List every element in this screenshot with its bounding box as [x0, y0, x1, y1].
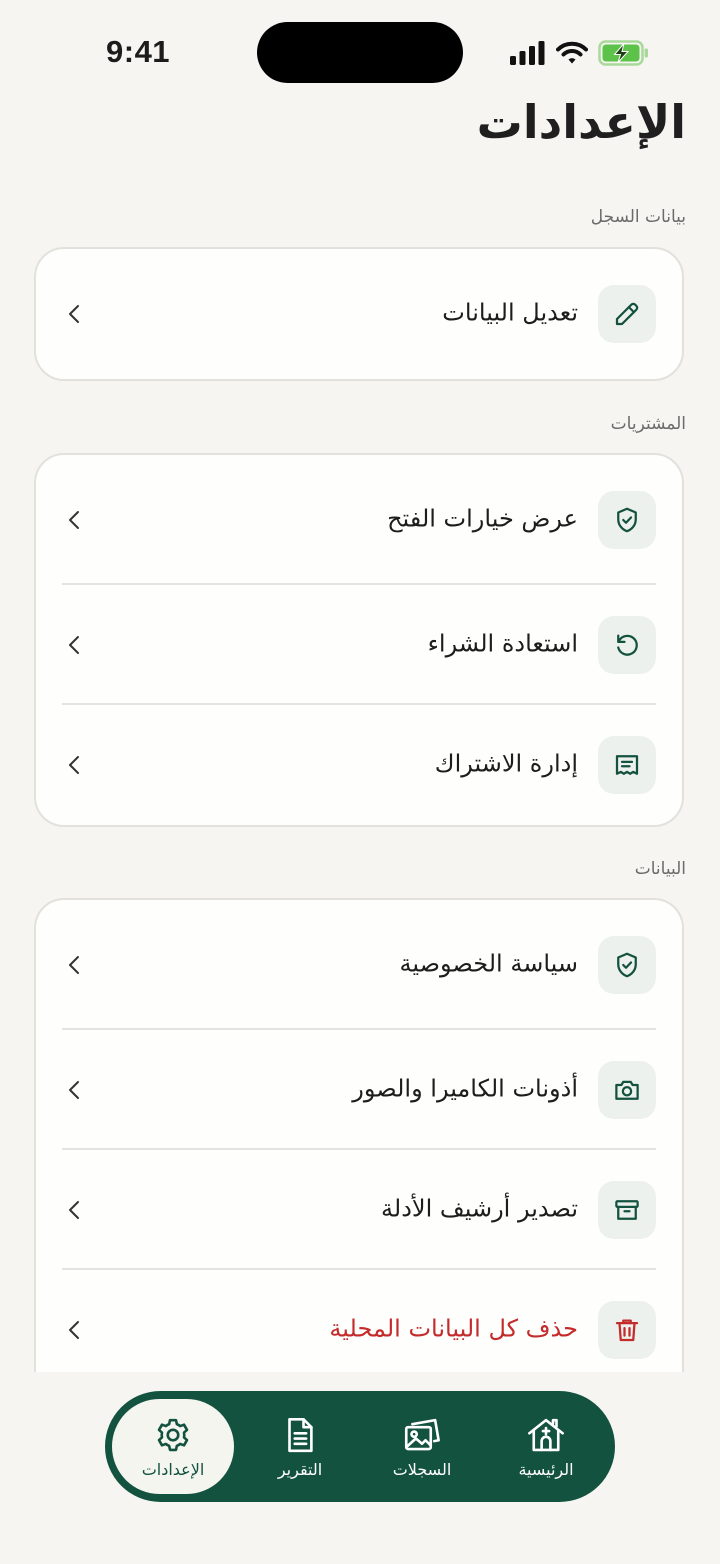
camera-icon — [615, 1080, 639, 1100]
settings-row-privacy-policy[interactable]: سياسة الخصوصية — [36, 900, 682, 1030]
row-label: حذف كل البيانات المحلية — [329, 1314, 578, 1343]
section-label-data: البيانات — [634, 859, 686, 879]
purchases-card: عرض خيارات الفتح استعادة الشراء إدارة ال… — [34, 453, 684, 827]
settings-row-edit-data[interactable]: تعديل البيانات — [36, 249, 682, 379]
wifi-icon — [556, 41, 588, 64]
chevron-left-icon — [69, 756, 79, 774]
chevron-left-icon — [69, 1321, 79, 1339]
chevron-left-icon — [69, 511, 79, 529]
restore-icon — [617, 634, 638, 656]
chevron-left-icon — [69, 1081, 79, 1099]
tab-records[interactable]: السجلات — [361, 1399, 483, 1494]
chevron-left-icon — [69, 1201, 79, 1219]
icon-box — [598, 736, 656, 794]
pencil-icon — [615, 302, 639, 326]
row-label: تعديل البيانات — [442, 298, 578, 327]
tab-label: التقرير — [277, 1460, 323, 1479]
shield-check-icon — [617, 507, 637, 533]
section-label-purchases: المشتريات — [610, 414, 686, 434]
tab-label: الإعدادات — [141, 1460, 205, 1479]
tab-report[interactable]: التقرير — [239, 1399, 361, 1494]
status-bar: 9:41 — [0, 0, 720, 100]
chevron-left-icon — [69, 956, 79, 974]
settings-row-export-archive[interactable]: تصدير أرشيف الأدلة — [36, 1150, 682, 1270]
tab-settings[interactable]: الإعدادات — [112, 1399, 234, 1494]
status-icons — [510, 38, 650, 68]
status-time: 9:41 — [106, 34, 171, 69]
section-label-record-data: بيانات السجل — [590, 207, 686, 227]
icon-box — [598, 285, 656, 343]
row-label: أذونات الكاميرا والصور — [352, 1074, 578, 1103]
tab-home[interactable]: الرئيسية — [485, 1399, 607, 1494]
tab-bar: الإعدادات التقرير السجلات الرئيسية — [105, 1391, 615, 1502]
document-icon — [288, 1417, 313, 1453]
icon-box — [598, 936, 656, 994]
data-card: سياسة الخصوصية أذونات الكاميرا والصور تص… — [34, 898, 684, 1372]
tab-label: الرئيسية — [518, 1460, 574, 1479]
gear-icon — [157, 1418, 189, 1452]
icon-box — [598, 1061, 656, 1119]
icon-box — [598, 616, 656, 674]
icon-box — [598, 1181, 656, 1239]
trash-icon — [615, 1319, 639, 1342]
photos-icon — [404, 1418, 440, 1451]
archive-icon — [615, 1200, 639, 1220]
settings-row-unlock-options[interactable]: عرض خيارات الفتح — [36, 455, 682, 585]
row-label: تصدير أرشيف الأدلة — [381, 1194, 578, 1223]
row-label: إدارة الاشتراك — [434, 749, 578, 778]
dynamic-island — [257, 22, 463, 83]
row-label: استعادة الشراء — [427, 629, 578, 658]
chevron-left-icon — [69, 305, 79, 323]
row-label: عرض خيارات الفتح — [387, 504, 578, 533]
settings-row-camera-permissions[interactable]: أذونات الكاميرا والصور — [36, 1030, 682, 1150]
record-data-card: تعديل البيانات — [34, 247, 684, 381]
row-label: سياسة الخصوصية — [399, 949, 578, 978]
settings-row-restore-purchase[interactable]: استعادة الشراء — [36, 585, 682, 705]
signal-icon — [510, 41, 545, 65]
chevron-left-icon — [69, 636, 79, 654]
page-title: الإعدادات — [476, 95, 686, 149]
home-icon — [528, 1418, 564, 1452]
shield-check-icon — [617, 952, 637, 978]
icon-box — [598, 1301, 656, 1359]
receipt-icon — [615, 755, 639, 775]
settings-row-delete-local-data[interactable]: حذف كل البيانات المحلية — [36, 1270, 682, 1372]
icon-box — [598, 491, 656, 549]
tab-label: السجلات — [392, 1460, 452, 1479]
battery-charging-icon — [598, 40, 648, 66]
settings-row-manage-subscription[interactable]: إدارة الاشتراك — [36, 705, 682, 825]
